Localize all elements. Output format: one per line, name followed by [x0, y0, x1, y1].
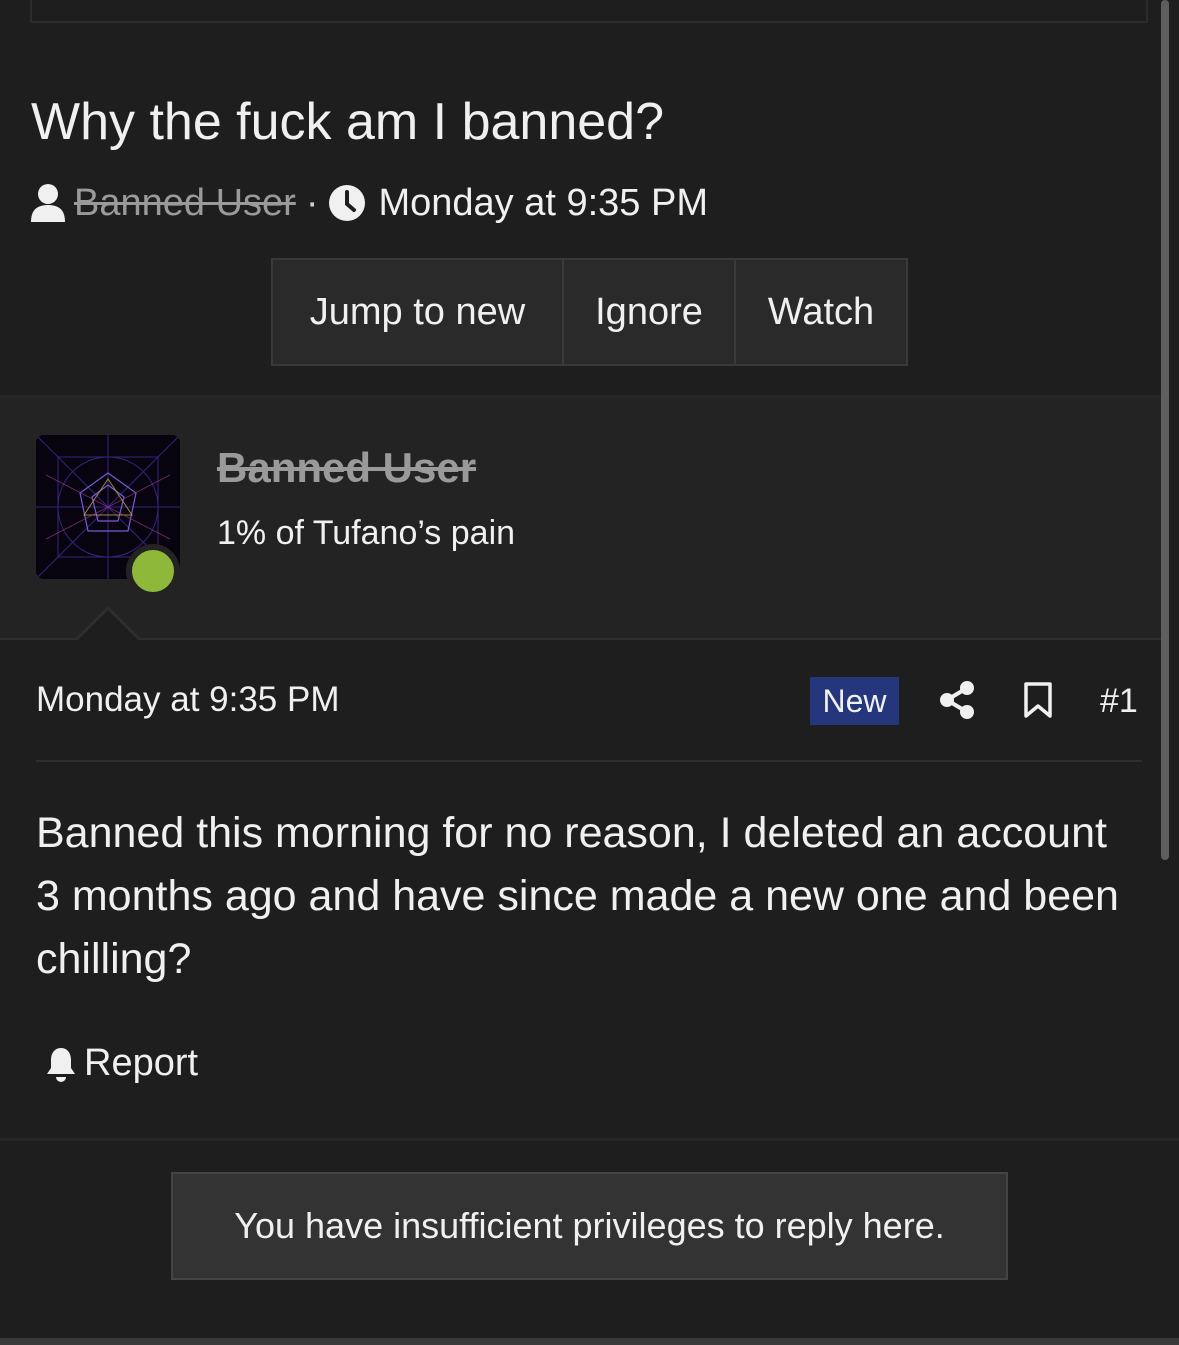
- thread-title: Why the fuck am I banned?: [31, 93, 665, 151]
- clock-icon: [328, 184, 366, 222]
- bookmark-icon[interactable]: [1022, 681, 1054, 719]
- new-badge: New: [810, 677, 899, 725]
- author-arrow-inner: [77, 610, 139, 641]
- thread-timestamp-link[interactable]: Monday at 9:35 PM: [378, 182, 708, 225]
- jump-to-new-button[interactable]: Jump to new: [273, 260, 562, 364]
- thread-meta: Banned User · Monday at 9:35 PM: [30, 180, 708, 226]
- report-label: Report: [84, 1042, 199, 1084]
- scrollbar[interactable]: [1161, 0, 1169, 860]
- post-author-name[interactable]: Banned User: [217, 444, 476, 492]
- bottom-edge: [0, 1338, 1179, 1345]
- insufficient-privileges-notice: You have insufficient privileges to repl…: [171, 1172, 1008, 1280]
- meta-separator: ·: [305, 181, 319, 224]
- post-header-rule: [36, 760, 1142, 762]
- section-divider-bottom: [0, 1138, 1179, 1141]
- thread-page: Why the fuck am I banned? Banned User · …: [0, 0, 1179, 1345]
- watch-button[interactable]: Watch: [734, 260, 906, 364]
- share-icon[interactable]: [938, 680, 976, 720]
- ignore-button[interactable]: Ignore: [562, 260, 734, 364]
- online-status-indicator: [126, 544, 180, 598]
- post-body: Banned this morning for no reason, I del…: [36, 809, 1119, 983]
- post-timestamp-link[interactable]: Monday at 9:35 PM: [36, 680, 340, 720]
- thread-actions: Jump to new Ignore Watch: [271, 258, 908, 366]
- post-author-title: 1% of Tufano’s pain: [217, 514, 516, 552]
- previous-block-frame: [30, 0, 1148, 23]
- post-number-link[interactable]: #1: [1100, 682, 1138, 721]
- bell-icon: [44, 1045, 78, 1083]
- thread-author-link[interactable]: Banned User: [74, 182, 296, 225]
- user-icon: [30, 183, 66, 223]
- report-button[interactable]: Report: [44, 1042, 198, 1085]
- author-block-border: [0, 638, 1161, 640]
